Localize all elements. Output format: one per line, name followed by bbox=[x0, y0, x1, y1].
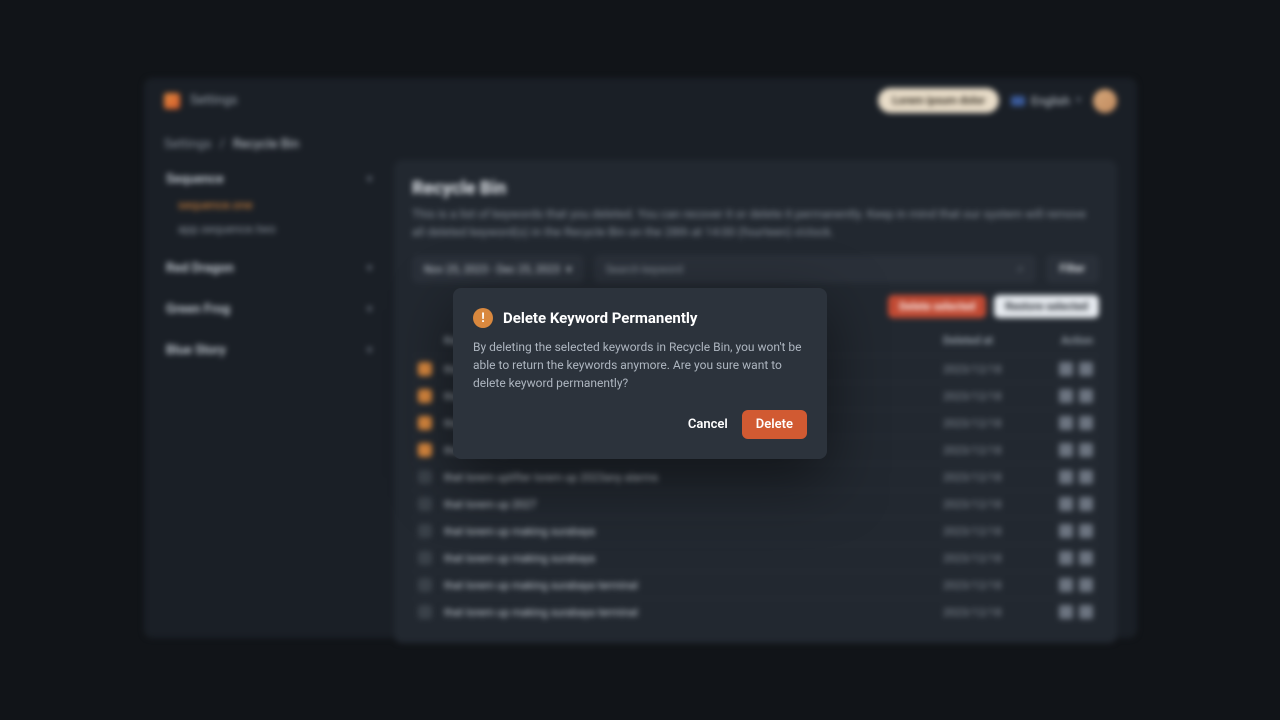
warning-icon: ! bbox=[473, 308, 493, 328]
modal-body: By deleting the selected keywords in Rec… bbox=[473, 338, 807, 392]
delete-confirm-modal: ! Delete Keyword Permanently By deleting… bbox=[453, 288, 827, 459]
cancel-button[interactable]: Cancel bbox=[688, 417, 728, 432]
modal-overlay[interactable]: ! Delete Keyword Permanently By deleting… bbox=[0, 0, 1280, 720]
delete-button[interactable]: Delete bbox=[742, 410, 807, 439]
modal-title: Delete Keyword Permanently bbox=[503, 309, 697, 327]
